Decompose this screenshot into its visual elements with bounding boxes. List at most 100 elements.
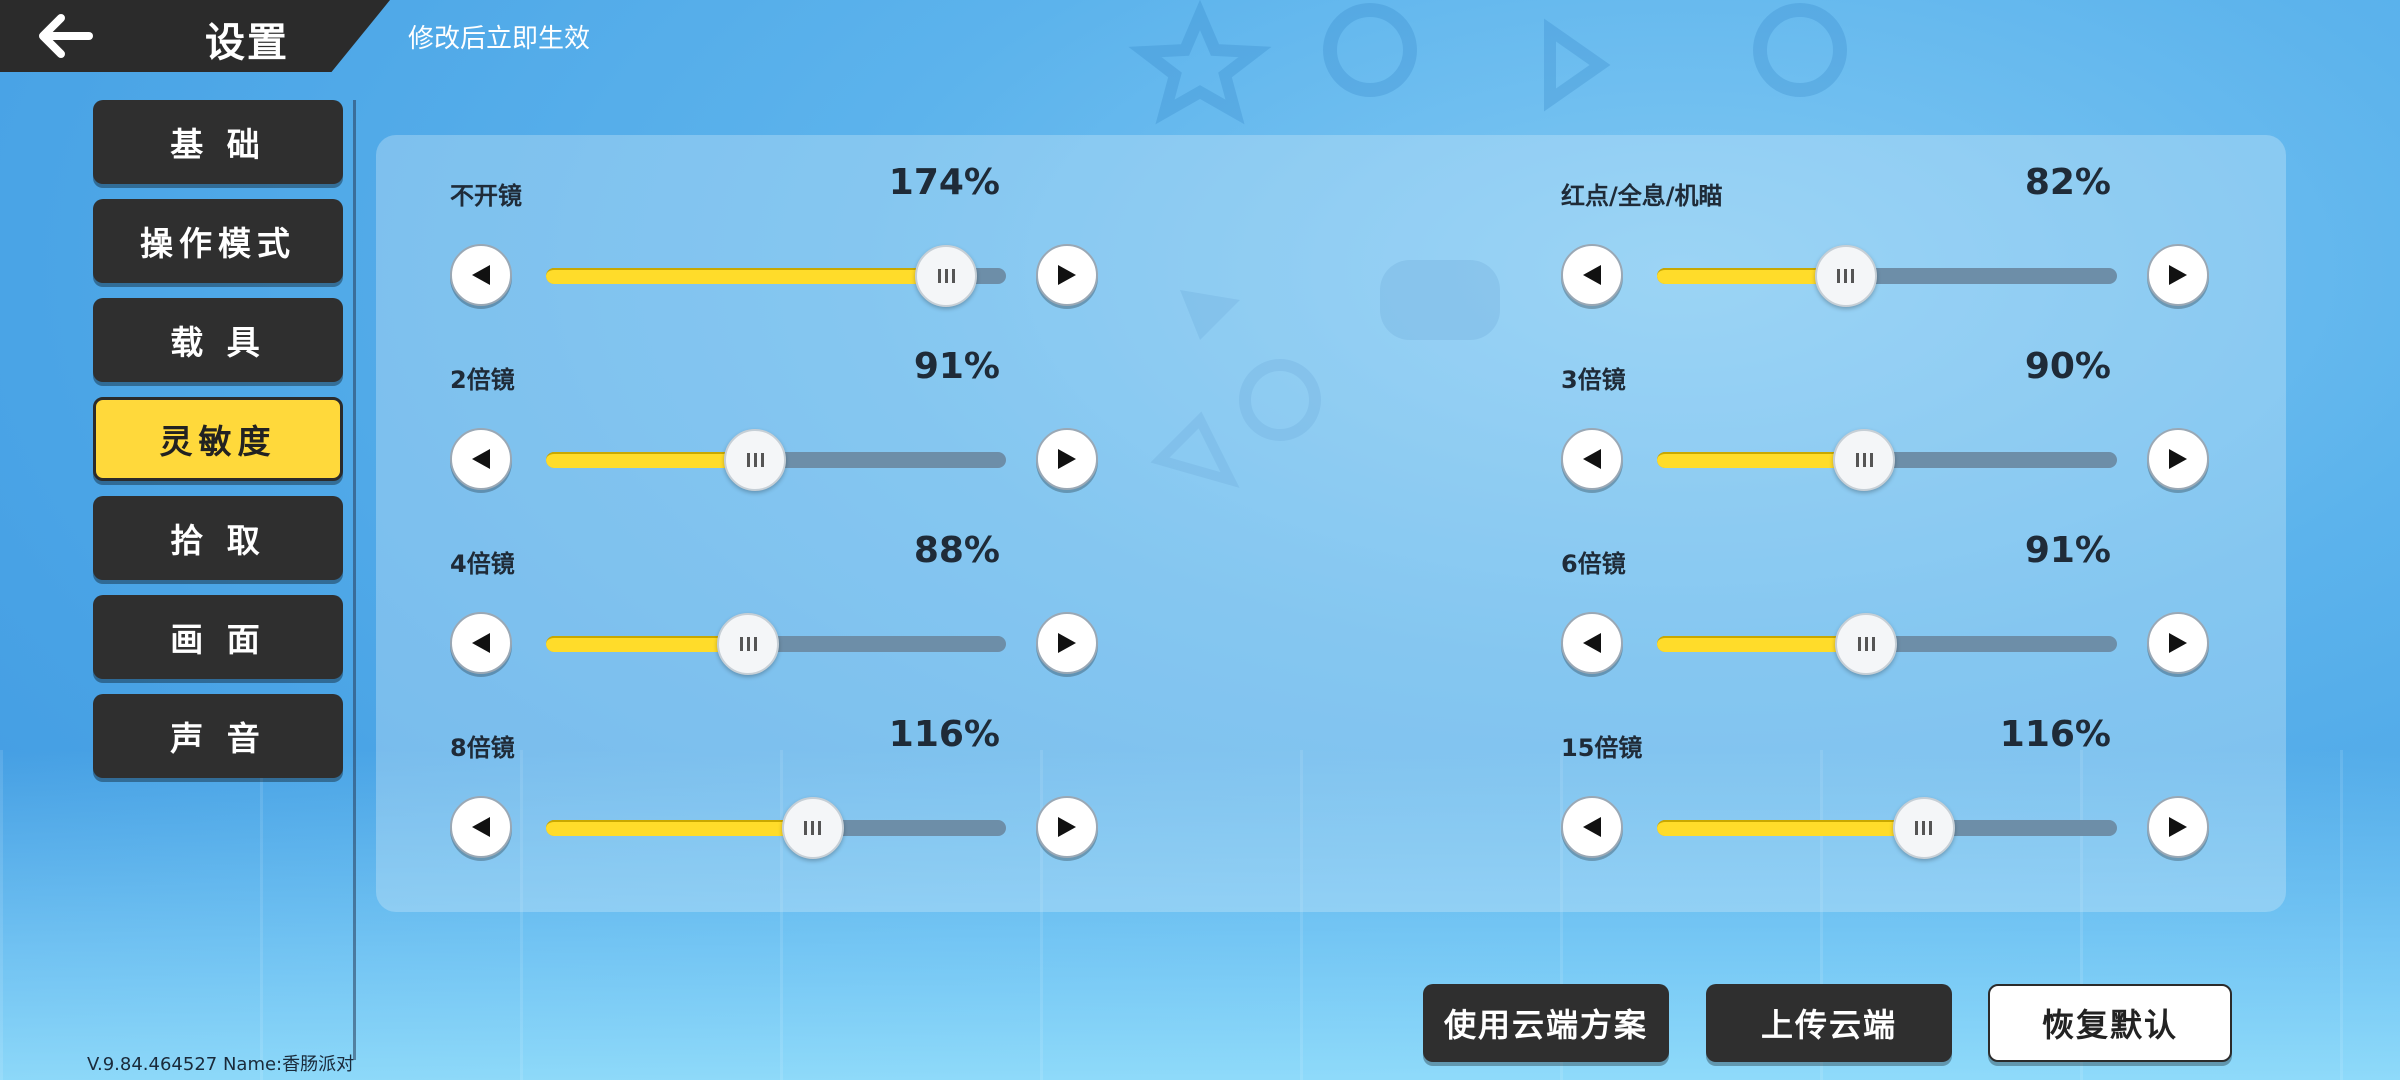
decrease-button[interactable] — [1561, 428, 1623, 490]
triangle-right-icon — [2169, 449, 2187, 469]
triangle-right-icon — [1058, 817, 1076, 837]
slider-track[interactable] — [1657, 429, 2117, 491]
triangle-left-icon — [1583, 449, 1601, 469]
sensitivity-slider: 3倍镜 90% — [1561, 308, 2211, 491]
grip-icon — [1855, 453, 1873, 467]
sensitivity-slider: 4倍镜 88% — [450, 492, 1100, 675]
slider-track[interactable] — [546, 245, 1006, 307]
sidebar-item-sensitivity[interactable]: 灵敏度 — [93, 397, 343, 481]
page-title: 设置 — [205, 20, 289, 66]
sidebar-item-control-mode[interactable]: 操作模式 — [93, 199, 343, 283]
page-subtitle: 修改后立即生效 — [408, 24, 591, 54]
slider-value: 82% — [2024, 162, 2111, 203]
triangle-right-icon — [2169, 265, 2187, 285]
triangle-right-icon — [1058, 265, 1076, 285]
slider-fill — [546, 268, 947, 284]
increase-button[interactable] — [2147, 796, 2209, 858]
slider-handle[interactable] — [1833, 429, 1895, 491]
slider-track[interactable] — [546, 429, 1006, 491]
triangle-left-icon — [1583, 633, 1601, 653]
triangle-left-icon — [472, 449, 490, 469]
sidebar-item-graphics[interactable]: 画 面 — [93, 595, 343, 679]
slider-fill — [1657, 820, 1924, 836]
slider-handle[interactable] — [915, 245, 978, 307]
slider-value: 174% — [888, 162, 1000, 203]
slider-label: 6倍镜 — [1561, 550, 1626, 578]
sensitivity-slider: 6倍镜 91% — [1561, 492, 2211, 675]
decrease-button[interactable] — [1561, 796, 1623, 858]
slider-track[interactable] — [546, 613, 1006, 675]
slider-value: 116% — [888, 714, 1000, 755]
sensitivity-slider: 红点/全息/机瞄 82% — [1561, 124, 2211, 307]
decrease-button[interactable] — [1561, 244, 1623, 306]
sensitivity-slider: 2倍镜 91% — [450, 308, 1100, 491]
slider-fill — [546, 820, 813, 836]
triangle-right-icon — [1058, 449, 1076, 469]
triangle-left-icon — [472, 265, 490, 285]
increase-button[interactable] — [1036, 796, 1098, 858]
sensitivity-slider: 8倍镜 116% — [450, 676, 1100, 859]
slider-track[interactable] — [1657, 245, 2117, 307]
slider-label: 红点/全息/机瞄 — [1561, 182, 1723, 210]
triangle-left-icon — [1583, 265, 1601, 285]
slider-handle[interactable] — [724, 429, 787, 491]
sidebar-divider — [353, 100, 356, 1060]
decrease-button[interactable] — [450, 612, 512, 674]
grip-icon — [1915, 821, 1933, 835]
slider-handle[interactable] — [717, 613, 780, 675]
decrease-button[interactable] — [450, 244, 512, 306]
upload-cloud-button[interactable]: 上传云端 — [1706, 984, 1952, 1062]
grip-icon — [1837, 269, 1855, 283]
triangle-right-icon — [2169, 633, 2187, 653]
arrow-left-icon — [39, 14, 93, 58]
grip-icon — [746, 453, 764, 467]
triangle-right-icon — [1058, 633, 1076, 653]
grip-icon — [937, 269, 955, 283]
slider-handle[interactable] — [1814, 245, 1877, 307]
increase-button[interactable] — [1036, 612, 1098, 674]
slider-track[interactable] — [1657, 797, 2117, 859]
sidebar: 基 础 操作模式 载 具 灵敏度 拾 取 画 面 声 音 — [93, 100, 343, 793]
increase-button[interactable] — [1036, 428, 1098, 490]
decrease-button[interactable] — [450, 428, 512, 490]
triangle-right-icon — [2169, 817, 2187, 837]
sidebar-item-basic[interactable]: 基 础 — [93, 100, 343, 184]
sidebar-item-vehicle[interactable]: 载 具 — [93, 298, 343, 382]
slider-handle[interactable] — [781, 797, 844, 859]
slider-track[interactable] — [1657, 613, 2117, 675]
triangle-left-icon — [1583, 817, 1601, 837]
slider-label: 15倍镜 — [1561, 734, 1643, 762]
increase-button[interactable] — [2147, 612, 2209, 674]
slider-value: 90% — [2024, 346, 2111, 387]
decrease-button[interactable] — [450, 796, 512, 858]
increase-button[interactable] — [2147, 428, 2209, 490]
use-cloud-scheme-button[interactable]: 使用云端方案 — [1423, 984, 1669, 1062]
slider-label: 8倍镜 — [450, 734, 515, 762]
triangle-left-icon — [472, 817, 490, 837]
decrease-button[interactable] — [1561, 612, 1623, 674]
grip-icon — [1857, 637, 1875, 651]
slider-value: 116% — [1999, 714, 2111, 755]
slider-label: 2倍镜 — [450, 366, 515, 394]
restore-default-button[interactable]: 恢复默认 — [1988, 984, 2232, 1062]
slider-label: 3倍镜 — [1561, 366, 1626, 394]
grip-icon — [739, 637, 757, 651]
increase-button[interactable] — [2147, 244, 2209, 306]
sidebar-item-sound[interactable]: 声 音 — [93, 694, 343, 778]
slider-label: 不开镜 — [450, 182, 522, 210]
slider-value: 88% — [913, 530, 1000, 571]
version-text: V.9.84.464527 Name:香肠派对 — [87, 1054, 355, 1075]
sensitivity-slider: 不开镜 174% — [450, 124, 1100, 307]
slider-handle[interactable] — [1892, 797, 1955, 859]
increase-button[interactable] — [1036, 244, 1098, 306]
slider-value: 91% — [2024, 530, 2111, 571]
slider-label: 4倍镜 — [450, 550, 515, 578]
back-button[interactable] — [30, 8, 100, 64]
sensitivity-slider: 15倍镜 116% — [1561, 676, 2211, 859]
slider-track[interactable] — [546, 797, 1006, 859]
slider-value: 91% — [913, 346, 1000, 387]
sidebar-item-pickup[interactable]: 拾 取 — [93, 496, 343, 580]
grip-icon — [804, 821, 822, 835]
triangle-left-icon — [472, 633, 490, 653]
slider-handle[interactable] — [1835, 613, 1898, 675]
